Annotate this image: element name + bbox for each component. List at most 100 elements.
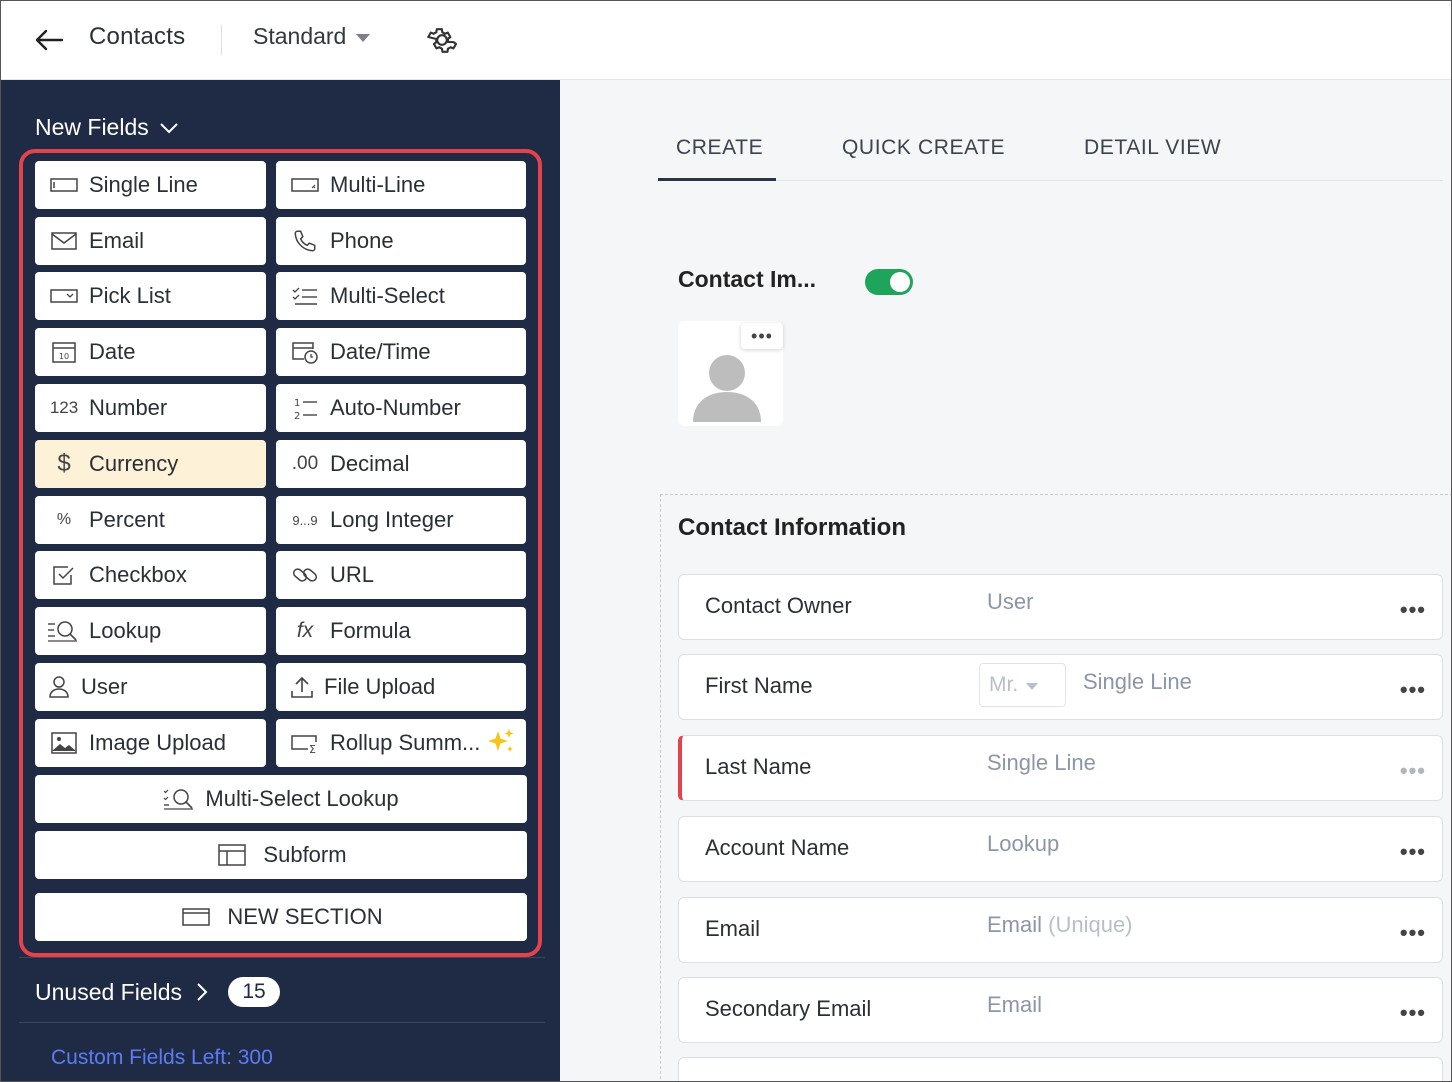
date-icon: 10	[47, 340, 81, 364]
field-label: Pick List	[89, 283, 171, 308]
date-time-icon	[288, 340, 322, 364]
back-arrow-icon[interactable]	[31, 23, 67, 57]
custom-fields-left-link[interactable]: Custom Fields Left: 300	[51, 1046, 273, 1070]
field-url[interactable]: URL	[276, 551, 526, 599]
field-row-first-name[interactable]: First Name Mr. Single Line •••	[678, 654, 1443, 720]
sidebar-divider	[19, 957, 545, 958]
field-subform[interactable]: Subform	[35, 831, 527, 879]
field-lookup[interactable]: Lookup	[35, 607, 266, 655]
top-header: Contacts Standard	[1, 1, 1451, 80]
field-label: Multi-Line	[330, 172, 426, 197]
field-row-label: Contact Owner	[705, 593, 852, 618]
field-pick-list[interactable]: Pick List	[35, 272, 266, 320]
field-row-label: Email	[705, 916, 761, 941]
field-email[interactable]: Email	[35, 217, 266, 265]
field-multi-select[interactable]: Multi-Select	[276, 272, 526, 320]
field-number[interactable]: 123 Number	[35, 384, 266, 432]
chevron-down-icon	[160, 122, 178, 133]
row-more-button[interactable]: •••	[1400, 920, 1426, 946]
new-section-button[interactable]: NEW SECTION	[35, 893, 527, 941]
field-file-upload[interactable]: File Upload	[276, 663, 526, 711]
field-label: Checkbox	[89, 562, 187, 587]
percent-icon: %	[56, 511, 72, 528]
toggle-knob	[890, 272, 910, 292]
field-percent[interactable]: % Percent	[35, 496, 266, 544]
field-label: Auto-Number	[330, 395, 461, 420]
active-tab-indicator	[658, 178, 776, 181]
field-label: URL	[330, 562, 375, 587]
field-row-account-name[interactable]: Account Name Lookup •••	[678, 816, 1443, 882]
chevron-right-icon	[197, 983, 208, 1001]
row-more-button[interactable]: •••	[1400, 677, 1426, 703]
field-row-type: Email (Unique)	[987, 912, 1133, 938]
app-window: Contacts Standard New Fields Single Line…	[0, 0, 1452, 1082]
field-user[interactable]: User	[35, 663, 266, 711]
field-label: Email	[89, 228, 145, 253]
tab-quick-create[interactable]: QUICK CREATE	[842, 136, 1005, 160]
svg-text:2: 2	[294, 411, 300, 421]
new-fields-toggle[interactable]: New Fields	[35, 114, 179, 141]
field-row-email[interactable]: Email Email (Unique) •••	[678, 897, 1443, 963]
field-date[interactable]: 10 Date	[35, 328, 266, 376]
single-line-icon	[47, 173, 81, 197]
field-multi-select-lookup[interactable]: Multi-Select Lookup	[35, 775, 527, 823]
url-icon	[288, 563, 322, 587]
picklist-icon	[47, 284, 81, 308]
contact-image-toggle[interactable]	[865, 269, 913, 295]
field-row-type: User	[987, 589, 1034, 614]
svg-text:10: 10	[59, 352, 69, 361]
row-more-button[interactable]: •••	[1400, 597, 1426, 623]
avatar-more-button[interactable]: •••	[741, 323, 783, 349]
contact-image-placeholder: •••	[678, 321, 783, 426]
field-formula[interactable]: fx Formula	[276, 607, 526, 655]
rollup-summary-icon: Σ	[288, 731, 322, 755]
field-label: Multi-Select	[330, 283, 445, 308]
gear-icon[interactable]	[425, 23, 459, 57]
caret-down-icon	[1026, 682, 1039, 690]
field-auto-number[interactable]: 12 Auto-Number	[276, 384, 526, 432]
field-currency[interactable]: $ Currency	[35, 440, 266, 488]
contact-image-title: Contact Im...	[678, 266, 817, 292]
field-label: Formula	[330, 618, 411, 643]
field-checkbox[interactable]: Checkbox	[35, 551, 266, 599]
layout-dropdown[interactable]: Standard	[253, 23, 371, 50]
salutation-dropdown[interactable]: Mr.	[979, 663, 1066, 707]
row-more-button[interactable]: •••	[1400, 1000, 1426, 1026]
field-row-partial[interactable]	[678, 1057, 1443, 1081]
row-more-button[interactable]: •••	[1400, 839, 1426, 865]
svg-text:1: 1	[294, 398, 300, 409]
lookup-icon	[47, 619, 81, 643]
field-single-line[interactable]: Single Line	[35, 161, 266, 209]
field-label: File Upload	[324, 674, 436, 699]
tab-create[interactable]: CREATE	[676, 136, 763, 160]
field-row-contact-owner[interactable]: Contact Owner User •••	[678, 574, 1443, 640]
multi-line-icon	[288, 173, 322, 197]
new-section-icon	[179, 905, 213, 929]
field-label: User	[81, 674, 128, 699]
field-row-label: Account Name	[705, 835, 850, 860]
field-palette-sidebar: New Fields Single Line Multi-Line Email …	[1, 80, 560, 1081]
unused-fields-toggle[interactable]: Unused Fields 15	[35, 977, 281, 1007]
field-multi-line[interactable]: Multi-Line	[276, 161, 526, 209]
decimal-icon: .00	[291, 453, 319, 474]
tab-detail-view[interactable]: DETAIL VIEW	[1084, 136, 1221, 160]
new-fields-label: New Fields	[35, 114, 149, 140]
checkbox-icon	[47, 563, 81, 587]
field-row-secondary-email[interactable]: Secondary Email Email •••	[678, 977, 1443, 1043]
field-row-label: Secondary Email	[705, 996, 872, 1021]
field-long-integer[interactable]: 9...9 Long Integer	[276, 496, 526, 544]
auto-number-icon: 12	[288, 396, 322, 421]
field-decimal[interactable]: .00 Decimal	[276, 440, 526, 488]
field-label: Decimal	[330, 451, 410, 476]
field-row-last-name[interactable]: Last Name Single Line •••	[678, 735, 1443, 801]
row-more-button[interactable]: •••	[1400, 758, 1426, 784]
field-date-time[interactable]: Date/Time	[276, 328, 526, 376]
field-image-upload[interactable]: Image Upload	[35, 719, 266, 767]
field-rollup-summary[interactable]: Σ Rollup Summ...	[276, 719, 526, 767]
unique-suffix: (Unique)	[1048, 912, 1133, 937]
field-label: Currency	[89, 451, 179, 476]
layout-dropdown-label: Standard	[253, 23, 347, 49]
unused-fields-label: Unused Fields	[35, 978, 183, 1005]
caret-down-icon	[356, 33, 371, 42]
field-phone[interactable]: Phone	[276, 217, 526, 265]
